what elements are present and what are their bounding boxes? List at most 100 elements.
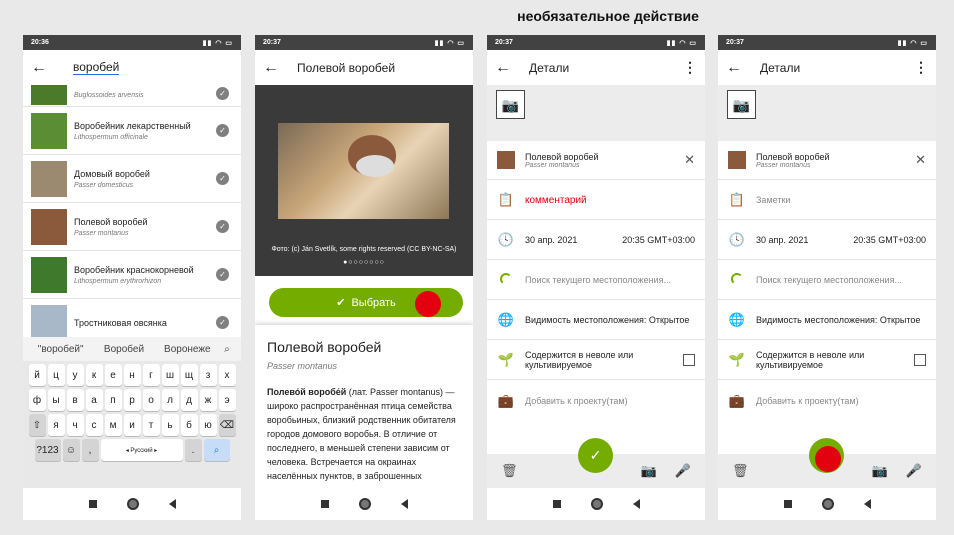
letter-key[interactable]: х: [218, 364, 236, 386]
letter-key[interactable]: я: [47, 414, 65, 436]
date-row[interactable]: 🕓 30 апр. 2021 20:35 GMT+03:00: [487, 221, 705, 260]
num-key[interactable]: ?123: [34, 439, 61, 461]
letter-key[interactable]: и: [123, 414, 141, 436]
emoji-key[interactable]: ☺: [62, 439, 80, 461]
letter-key[interactable]: к: [85, 364, 103, 386]
project-row[interactable]: 💼 Добавить к проекту(там): [718, 381, 936, 420]
backspace-key-icon[interactable]: ⌫: [218, 414, 236, 436]
project-row[interactable]: 💼 Добавить к проекту(там): [487, 381, 705, 420]
letter-key[interactable]: б: [180, 414, 198, 436]
list-item[interactable]: Воробейник краснокорневой Lithospermum er…: [23, 251, 241, 299]
list-item[interactable]: Домовый воробей Passer domesticus ✓: [23, 155, 241, 203]
home-icon[interactable]: [590, 498, 603, 510]
suggestion[interactable]: Воробей: [92, 344, 155, 355]
letter-key[interactable]: р: [123, 389, 141, 411]
back-arrow-icon[interactable]: ←: [31, 59, 53, 77]
letter-key[interactable]: а: [85, 389, 103, 411]
time-value[interactable]: 20:35 GMT+03:00: [853, 235, 926, 245]
trash-icon[interactable]: 🗑: [501, 463, 518, 479]
letter-key[interactable]: п: [104, 389, 122, 411]
letter-key[interactable]: э: [218, 389, 236, 411]
home-icon[interactable]: [821, 498, 834, 510]
back-icon[interactable]: [632, 499, 640, 509]
letter-key[interactable]: ц: [47, 364, 65, 386]
list-item[interactable]: Buglossoides arvensis ✓: [23, 85, 241, 107]
recents-icon[interactable]: [88, 500, 97, 508]
back-icon[interactable]: [400, 499, 408, 509]
letter-key[interactable]: ч: [66, 414, 84, 436]
letter-key[interactable]: ф: [28, 389, 46, 411]
home-icon[interactable]: [126, 498, 139, 510]
microphone-icon[interactable]: 🎤: [906, 463, 922, 479]
save-button[interactable]: ✓: [578, 438, 613, 473]
time-value[interactable]: 20:35 GMT+03:00: [622, 235, 695, 245]
back-icon[interactable]: [863, 499, 871, 509]
search-input[interactable]: воробей: [73, 60, 120, 75]
suggestion[interactable]: "воробей": [29, 344, 92, 355]
comma-key[interactable]: ,: [81, 439, 99, 461]
close-icon[interactable]: ✕: [684, 152, 695, 168]
letter-key[interactable]: ж: [199, 389, 217, 411]
species-photo[interactable]: [278, 123, 449, 219]
date-value[interactable]: 30 апр. 2021: [756, 235, 808, 245]
letter-key[interactable]: с: [85, 414, 103, 436]
letter-key[interactable]: ш: [161, 364, 179, 386]
microphone-icon[interactable]: 🎤: [675, 463, 691, 479]
suggestion[interactable]: Воронеже: [156, 344, 219, 355]
dot-key[interactable]: .: [184, 439, 202, 461]
trash-icon[interactable]: 🗑: [732, 463, 749, 479]
captive-row[interactable]: 🌱 Содержится в неволе или культивируемое: [487, 341, 705, 380]
letter-key[interactable]: в: [66, 389, 84, 411]
list-item[interactable]: Воробейник лекарственный Lithospermum off…: [23, 107, 241, 155]
captive-row[interactable]: 🌱 Содержится в неволе или культивируемое: [718, 341, 936, 380]
letter-key[interactable]: й: [28, 364, 46, 386]
close-icon[interactable]: ✕: [915, 152, 926, 168]
letter-key[interactable]: у: [66, 364, 84, 386]
letter-key[interactable]: ю: [199, 414, 217, 436]
date-row[interactable]: 🕓 30 апр. 2021 20:35 GMT+03:00: [718, 221, 936, 260]
list-item[interactable]: Полевой воробей Passer montanus ✓: [23, 203, 241, 251]
more-icon[interactable]: ⋮: [683, 59, 697, 76]
letter-key[interactable]: т: [142, 414, 160, 436]
taxon-row[interactable]: Полевой воробей Passer montanus ✕: [487, 141, 705, 180]
notes-field[interactable]: Заметки: [756, 195, 790, 205]
recents-icon[interactable]: [320, 500, 329, 508]
check-icon[interactable]: ✓: [216, 220, 229, 233]
letter-key[interactable]: л: [161, 389, 179, 411]
captive-checkbox[interactable]: [683, 354, 695, 366]
back-icon[interactable]: [168, 499, 176, 509]
back-arrow-icon[interactable]: ←: [726, 59, 748, 77]
notes-row[interactable]: 📋 Заметки: [718, 181, 936, 220]
notes-row[interactable]: 📋 комментарий: [487, 181, 705, 220]
add-photo-icon[interactable]: 📷: [496, 90, 525, 119]
visibility-row[interactable]: 🌐 Видимость местоположения: Открытое: [718, 301, 936, 340]
letter-key[interactable]: н: [123, 364, 141, 386]
check-icon[interactable]: ✓: [216, 172, 229, 185]
letter-key[interactable]: е: [104, 364, 122, 386]
camera-icon[interactable]: 📷: [641, 463, 657, 479]
letter-key[interactable]: з: [199, 364, 217, 386]
letter-key[interactable]: д: [180, 389, 198, 411]
add-photo-icon[interactable]: 📷: [727, 90, 756, 119]
location-row[interactable]: Поиск текущего местоположения...: [487, 261, 705, 300]
location-row[interactable]: Поиск текущего местоположения...: [718, 261, 936, 300]
check-icon[interactable]: ✓: [216, 124, 229, 137]
check-icon[interactable]: ✓: [216, 316, 229, 329]
check-icon[interactable]: ✓: [216, 87, 229, 100]
letter-key[interactable]: ь: [161, 414, 179, 436]
check-icon[interactable]: ✓: [216, 268, 229, 281]
home-icon[interactable]: [358, 498, 371, 510]
shift-key-icon[interactable]: ⇧: [28, 414, 46, 436]
notes-field[interactable]: комментарий: [525, 195, 587, 206]
letter-key[interactable]: г: [142, 364, 160, 386]
letter-key[interactable]: м: [104, 414, 122, 436]
letter-key[interactable]: щ: [180, 364, 198, 386]
captive-checkbox[interactable]: [914, 354, 926, 366]
search-icon[interactable]: ⌕: [219, 344, 235, 355]
search-key-icon[interactable]: ⌕: [203, 439, 230, 461]
letter-key[interactable]: ы: [47, 389, 65, 411]
recents-icon[interactable]: [783, 500, 792, 508]
visibility-row[interactable]: 🌐 Видимость местоположения: Открытое: [487, 301, 705, 340]
space-key[interactable]: ◂ Русский ▸: [100, 439, 183, 461]
back-arrow-icon[interactable]: ←: [263, 59, 285, 77]
